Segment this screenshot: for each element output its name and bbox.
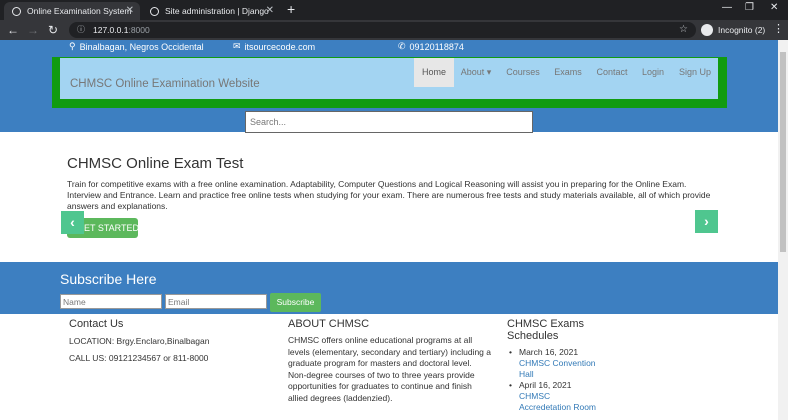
forward-arrow-icon[interactable]: → [27,23,39,37]
search-input[interactable] [245,111,533,133]
contact-title: Contact Us [69,318,124,330]
map-marker-icon: ⚲ [69,41,76,51]
schedule-date: March 16, 2021 [519,347,579,357]
url-port: :8000 [128,25,150,35]
nav-login[interactable]: Login [638,58,668,87]
subscribe-email-input[interactable] [165,294,267,309]
incognito-label: Incognito (2) [718,25,766,35]
schedule-place-link[interactable]: CHMSC Convention Hall [519,358,599,380]
phone-text: 09120118874 [409,41,464,52]
minimize-icon[interactable]: — [722,2,732,13]
email-text: itsourcecode.com [244,41,316,52]
subscribe-button[interactable]: Subscribe [270,293,321,312]
close-icon[interactable]: ✕ [126,5,134,16]
schedules-title: CHMSC Exams Schedules [507,318,585,342]
tab-title: Online Examination System [27,6,132,16]
nav-about[interactable]: About ▾ [456,58,496,87]
contact-phone: CALL US: 09121234567 or 811-8000 [69,353,209,363]
list-item: April 16, 2021 CHMSC Accredetation Room [509,380,599,413]
carousel-title: CHMSC Online Exam Test [67,155,244,172]
address-bar[interactable]: ⓘ 127.0.0.1:8000 ☆ [69,22,696,38]
phone-icon: ✆ [398,41,406,51]
schedules-list: March 16, 2021 CHMSC Convention Hall Apr… [509,347,599,413]
browser-toolbar: ← → ↻ ⓘ 127.0.0.1:8000 ☆ Incognito (2) ⋮ [0,20,788,40]
subscribe-title: Subscribe Here [60,271,157,287]
tab-online-examination[interactable]: Online Examination System ✕ [4,2,140,20]
location-info: ⚲ Binalbagan, Negros Occidental [69,41,204,52]
tab-title: Site administration | Django site [165,6,270,16]
scrollbar-thumb[interactable] [780,52,786,252]
carousel-text: Train for competitive exams with a free … [67,179,711,211]
nav-contact[interactable]: Contact [592,58,632,87]
tab-django-admin[interactable]: Site administration | Django site ✕ [142,2,280,20]
new-tab-button[interactable]: + [287,1,295,17]
nav-home[interactable]: Home [414,58,454,87]
reload-icon[interactable]: ↻ [48,23,58,37]
menu-icon[interactable]: ⋮ [773,22,784,35]
contact-location: LOCATION: Brgy.Enclaro,Binalbagan [69,336,210,346]
incognito-indicator[interactable]: Incognito (2) [701,22,765,38]
incognito-icon [701,24,713,36]
info-icon[interactable]: ⓘ [77,22,85,38]
carousel-next-icon[interactable]: › [695,210,718,233]
carousel-prev-icon[interactable]: ‹ [61,211,84,234]
maximize-icon[interactable]: ❐ [745,2,754,13]
back-arrow-icon[interactable]: ← [7,23,19,37]
schedule-date: April 16, 2021 [519,380,572,390]
globe-icon [12,6,21,16]
globe-icon [150,6,159,16]
location-text: Binalbagan, Negros Occidental [79,41,204,52]
schedule-place-link[interactable]: CHMSC Accredetation Room [519,391,599,413]
site-brand[interactable]: CHMSC Online Examination Website [70,78,260,90]
about-text: CHMSC offers online educational programs… [288,335,491,403]
list-item: March 16, 2021 CHMSC Convention Hall [509,347,599,380]
nav-courses[interactable]: Courses [503,58,543,87]
nav-sign-up[interactable]: Sign Up [676,58,714,87]
envelope-icon: ✉ [233,41,241,51]
close-icon[interactable]: ✕ [266,5,274,16]
star-icon[interactable]: ☆ [679,22,688,38]
email-info: ✉ itsourcecode.com [233,41,315,52]
browser-tab-bar: Online Examination System ✕ Site adminis… [0,0,788,20]
about-title: ABOUT CHMSC [288,318,370,330]
url-host: 127.0.0.1 [93,25,129,35]
close-window-icon[interactable]: ✕ [770,2,778,13]
phone-info: ✆ 09120118874 [398,41,464,52]
subscribe-name-input[interactable] [60,294,162,309]
nav-exams[interactable]: Exams [549,58,587,87]
